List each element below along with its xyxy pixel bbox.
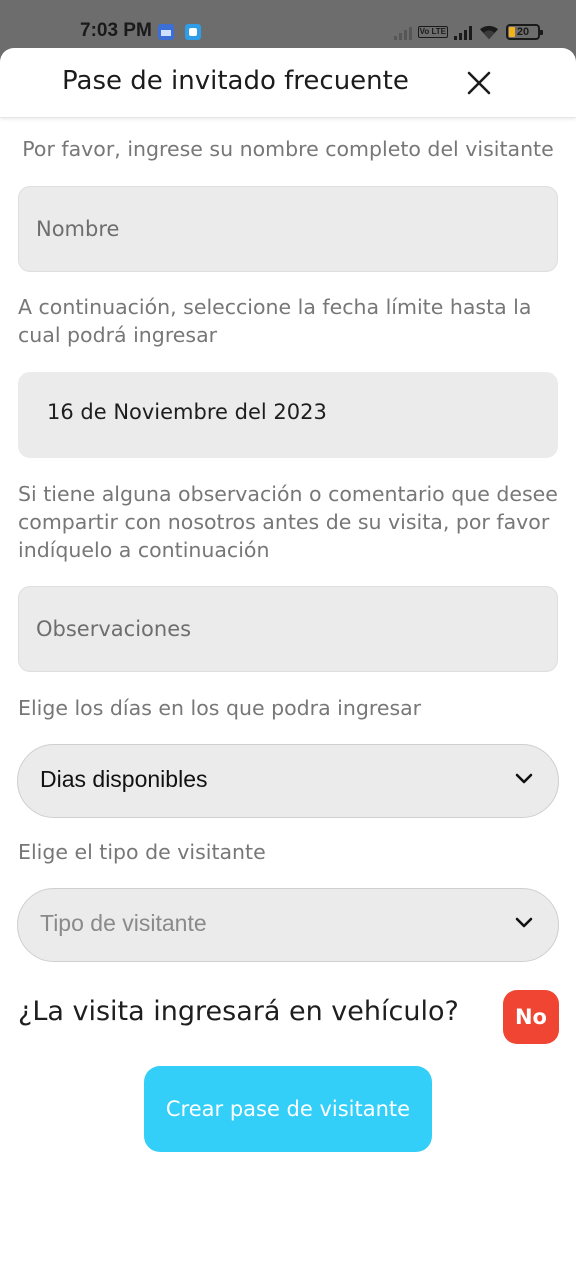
page-title: Pase de invitado frecuente (62, 66, 409, 96)
chevron-down-icon (515, 773, 533, 784)
signal-icon (393, 24, 412, 40)
vehicle-question: ¿La visita ingresará en vehículo? (18, 996, 459, 1027)
observations-instruction: Si tiene alguna observación o comentario… (18, 482, 558, 562)
name-input[interactable] (19, 187, 557, 271)
visitor-type-select-value: Tipo de visitante (40, 910, 207, 936)
volte-icon: Vo LTE (417, 26, 448, 38)
vehicle-toggle-button[interactable]: No (503, 990, 559, 1044)
visitor-type-select[interactable]: Tipo de visitante (17, 888, 559, 962)
signal-strength-icon (454, 24, 472, 40)
status-indicators: Vo LTE 20 (393, 22, 543, 42)
battery-icon: 20 (506, 24, 543, 40)
name-field[interactable] (18, 186, 558, 272)
observations-field[interactable] (18, 586, 558, 672)
status-time: 7:03 PM (80, 20, 152, 41)
visitor-type-instruction: Elige el tipo de visitante (18, 840, 266, 864)
app-notification-icon (185, 24, 201, 40)
battery-level: 20 (516, 26, 530, 38)
days-select[interactable]: Dias disponibles (17, 744, 559, 818)
create-pass-button[interactable]: Crear pase de visitante (144, 1066, 432, 1152)
bottom-sheet: Pase de invitado frecuente Por favor, in… (0, 48, 576, 1280)
name-instruction: Por favor, ingrese su nombre completo de… (22, 137, 554, 161)
close-icon[interactable] (462, 66, 496, 100)
chevron-down-icon (515, 917, 533, 928)
wifi-icon (480, 25, 498, 40)
date-instruction: A continuación, seleccione la fecha lími… (18, 295, 532, 347)
sheet-header: Pase de invitado frecuente (0, 48, 576, 118)
date-value: 16 de Noviembre del 2023 (47, 400, 327, 424)
days-instruction: Elige los días en los que podra ingresar (18, 696, 422, 720)
days-select-value: Dias disponibles (40, 766, 208, 792)
calendar-app-icon (158, 24, 174, 40)
date-field[interactable]: 16 de Noviembre del 2023 (18, 372, 558, 458)
vehicle-toggle-label: No (514, 1005, 547, 1029)
observations-input[interactable] (19, 587, 557, 671)
